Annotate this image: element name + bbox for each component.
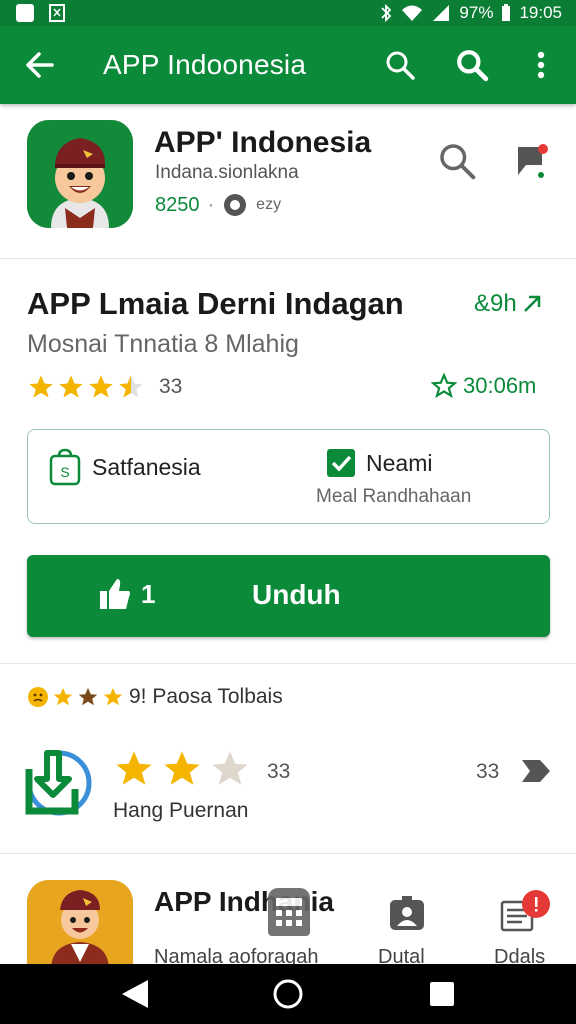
search-icon xyxy=(386,51,415,80)
share-arrow-icon xyxy=(522,760,550,782)
top-right-text: &9h xyxy=(474,290,517,317)
star-icon xyxy=(89,375,113,398)
star-icon xyxy=(59,375,83,398)
rating-row: 33 xyxy=(27,373,182,401)
app-bar: APP Indoonesia xyxy=(0,26,576,104)
search-icon xyxy=(440,144,476,180)
review-count-left: 33 xyxy=(267,760,291,783)
info-box: S Satfanesia Neami Meal Randhahaan xyxy=(27,429,550,524)
star-icon xyxy=(78,687,98,706)
bottom-app-icon[interactable] xyxy=(27,880,133,970)
download-app-icon xyxy=(25,750,92,816)
info-right-label: Neami xyxy=(366,449,433,476)
reviews-header: 9! Paosa Tolbais xyxy=(27,685,283,709)
reviews-header-label: 9! Paosa Tolbais xyxy=(129,685,283,708)
info-right-sub: Meal Randhahaan xyxy=(316,486,472,507)
mascot-icon xyxy=(27,120,133,228)
clock: 19:05 xyxy=(519,3,562,22)
right-label-row: 30:06m xyxy=(431,373,536,399)
header-search-button[interactable] xyxy=(437,141,477,186)
review-app-icon[interactable] xyxy=(25,749,93,822)
app-icon[interactable] xyxy=(27,120,133,228)
mascot-icon xyxy=(27,880,133,970)
search-button[interactable] xyxy=(380,45,420,85)
star-icon xyxy=(116,751,152,785)
calculator-icon xyxy=(276,898,302,926)
overflow-menu-button[interactable] xyxy=(521,45,561,85)
notes-icon xyxy=(500,890,550,932)
thumbs-up-icon xyxy=(100,579,130,609)
tab-ddals-icon-wrap[interactable] xyxy=(500,888,554,939)
header-app-meta: 8250 · ezy xyxy=(155,192,281,218)
rating-stars xyxy=(27,373,145,401)
header-app-subtitle: Indana.sionlakna xyxy=(155,162,299,183)
app-subtitle: Mosnai Tnnatia 8 Mlahig xyxy=(27,330,299,358)
reviewer-name: Hang Puernan xyxy=(113,799,249,822)
top-right-label: &9h xyxy=(474,290,541,318)
review-count-right: 33 xyxy=(476,760,500,783)
system-nav-bar xyxy=(0,964,576,1024)
divider xyxy=(0,258,576,259)
back-triangle-icon xyxy=(122,980,148,1008)
review-stars xyxy=(113,748,251,790)
download-button[interactable]: 1 Unduh xyxy=(27,555,550,637)
arrow-up-right-icon xyxy=(523,295,540,312)
star-icon xyxy=(164,751,200,785)
app-title: APP Lmaia Derni Indagan xyxy=(27,286,404,321)
nav-back-button[interactable] xyxy=(120,978,150,1015)
search-icon xyxy=(457,50,489,82)
calculator-button[interactable] xyxy=(268,888,310,936)
star-icon xyxy=(212,751,248,785)
battery-percentage: 97% xyxy=(459,3,494,22)
star-outline-icon xyxy=(431,373,457,399)
checkbox-icon xyxy=(327,449,355,477)
notification-icon xyxy=(16,4,34,22)
flag-icon xyxy=(518,144,548,178)
star-icon xyxy=(103,687,123,706)
arrow-back-icon xyxy=(26,52,54,78)
signal-icon xyxy=(433,5,450,21)
battery-icon xyxy=(502,4,511,21)
recents-square-icon xyxy=(430,982,454,1006)
star-half-icon xyxy=(119,375,143,398)
divider xyxy=(0,663,576,664)
header-app-name: APP' Indonesia xyxy=(154,126,372,159)
id-card-icon xyxy=(390,896,424,930)
button-count: 1 xyxy=(141,578,156,609)
right-label: 30:06m xyxy=(463,373,537,398)
shopping-bag-icon: S xyxy=(49,448,81,486)
bluetooth-icon xyxy=(381,4,392,22)
tab-dutal-icon-wrap[interactable] xyxy=(388,896,426,937)
home-circle-icon xyxy=(273,979,303,1009)
globe-icon xyxy=(224,194,247,216)
star-icon xyxy=(29,375,53,398)
divider xyxy=(0,853,576,854)
wifi-icon xyxy=(402,5,423,21)
share-button[interactable] xyxy=(520,756,552,791)
nav-home-button[interactable] xyxy=(272,978,304,1015)
flag-button[interactable] xyxy=(512,141,552,186)
star-icon xyxy=(53,687,73,706)
svg-text:S: S xyxy=(60,464,69,480)
info-left[interactable]: S Satfanesia xyxy=(48,448,201,486)
rating-count: 33 xyxy=(159,375,183,398)
header-app-price: 8250 xyxy=(155,193,200,216)
meta-separator: · xyxy=(207,193,215,216)
info-right[interactable]: Neami xyxy=(326,448,432,478)
button-left: 1 xyxy=(99,577,155,611)
status-bar: 97% 19:05 xyxy=(0,0,576,26)
more-vert-icon xyxy=(537,51,545,79)
face-icon xyxy=(28,687,48,707)
header-app-meta-small: ezy xyxy=(256,196,282,213)
info-left-label: Satfanesia xyxy=(92,453,201,480)
button-label: Unduh xyxy=(252,579,341,610)
nav-recents-button[interactable] xyxy=(428,980,456,1013)
search-button-2[interactable] xyxy=(452,45,492,85)
back-button[interactable] xyxy=(20,45,60,85)
sim-icon xyxy=(49,4,65,22)
app-bar-title: APP Indoonesia xyxy=(103,49,307,80)
